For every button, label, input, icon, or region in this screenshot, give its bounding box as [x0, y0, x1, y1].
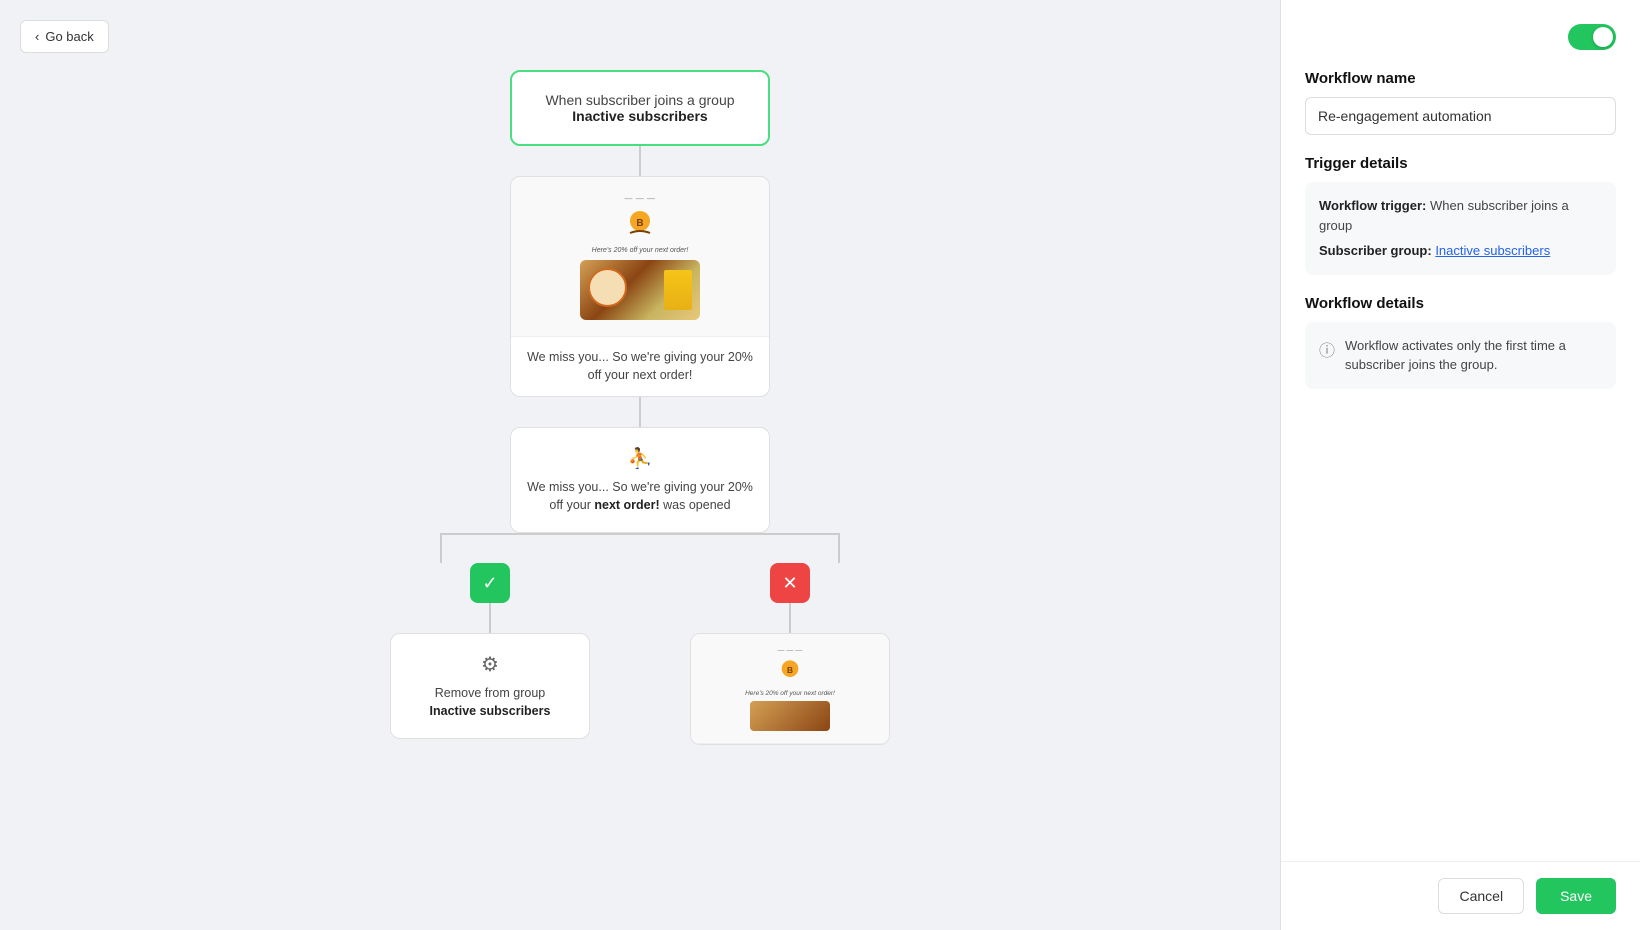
- action-node-left[interactable]: ⚙ Remove from group Inactive subscribers: [390, 633, 590, 739]
- email-body-text: We miss you... So we're giving your 20% …: [511, 337, 769, 396]
- trigger-row-2: Subscriber group: Inactive subscribers: [1319, 241, 1602, 261]
- left-branch: ✓ ⚙ Remove from group Inactive subscribe…: [390, 563, 590, 739]
- settings-icon: ⚙: [405, 652, 575, 677]
- email-preview-right: — — — B Here's 20% off your next order!: [691, 634, 889, 744]
- email-node-right[interactable]: — — — B Here's 20% off your next order!: [690, 633, 890, 745]
- food-image: [580, 260, 700, 320]
- workflow-details-section-title: Workflow details: [1305, 295, 1616, 312]
- x-icon: ✕: [782, 573, 797, 594]
- email-preview-header-text: — — —: [625, 194, 656, 203]
- burger-logo-right-icon: B: [775, 657, 805, 687]
- checkmark-icon: ✓: [482, 573, 497, 594]
- canvas-content: When subscriber joins a group Inactive s…: [0, 0, 1280, 930]
- trigger-details-box: Workflow trigger: When subscriber joins …: [1305, 182, 1616, 275]
- action-text-left: Remove from group Inactive subscribers: [405, 685, 575, 720]
- right-branch-connector: [789, 603, 791, 633]
- go-back-label: Go back: [45, 29, 93, 44]
- right-email-header-label: — — —: [778, 647, 803, 654]
- condition-node[interactable]: ⛹ We miss you... So we're giving your 20…: [510, 427, 770, 533]
- trigger-text-before: When subscriber joins a group: [545, 92, 734, 108]
- email-offer-text: Here's 20% off your next order!: [592, 247, 689, 254]
- workflow-detail-text: Workflow activates only the first time a…: [1345, 336, 1602, 375]
- email-node[interactable]: — — — B Here's 20% off your next order! …: [510, 176, 770, 397]
- branches-container: ✓ ⚙ Remove from group Inactive subscribe…: [390, 563, 890, 745]
- connector-2: [639, 397, 641, 427]
- workflow-name-input[interactable]: [1305, 97, 1616, 135]
- arrow-left-icon: ‹: [35, 29, 39, 44]
- connector-1: [639, 146, 641, 176]
- branch-lines: [390, 533, 890, 563]
- condition-text: We miss you... So we're giving your 20% …: [525, 479, 755, 514]
- right-email-offer-text: Here's 20% off your next order!: [745, 690, 835, 697]
- subscriber-group-link[interactable]: Inactive subscribers: [1435, 243, 1550, 258]
- info-icon: ⓘ: [1319, 337, 1335, 361]
- panel-footer: Cancel Save: [1281, 861, 1640, 930]
- trigger-group-name: Inactive subscribers: [572, 108, 707, 124]
- email-preview: — — — B Here's 20% off your next order!: [511, 177, 769, 337]
- trigger-node[interactable]: When subscriber joins a group Inactive s…: [510, 70, 770, 146]
- right-branch: ✕ — — — B Here's 20% off your next order…: [690, 563, 890, 745]
- yes-badge: ✓: [470, 563, 510, 603]
- right-panel: Workflow name Trigger details Workflow t…: [1280, 0, 1640, 930]
- save-button[interactable]: Save: [1536, 878, 1616, 914]
- trigger-row-1: Workflow trigger: When subscriber joins …: [1319, 196, 1602, 235]
- condition-icon: ⛹: [525, 446, 755, 471]
- go-back-button[interactable]: ‹ Go back: [20, 20, 109, 53]
- svg-text:B: B: [636, 218, 643, 229]
- workflow-name-section-title: Workflow name: [1305, 70, 1616, 87]
- left-branch-connector: [489, 603, 491, 633]
- workflow-toggle[interactable]: [1568, 24, 1616, 50]
- no-badge: ✕: [770, 563, 810, 603]
- workflow-details-box: ⓘ Workflow activates only the first time…: [1305, 322, 1616, 389]
- burger-logo-icon: B: [622, 207, 658, 243]
- cancel-button[interactable]: Cancel: [1438, 878, 1524, 914]
- toggle-row: [1305, 24, 1616, 50]
- svg-text:B: B: [787, 664, 793, 674]
- workflow-canvas: ‹ Go back When subscriber joins a group …: [0, 0, 1280, 930]
- trigger-details-section-title: Trigger details: [1305, 155, 1616, 172]
- right-food-image: [750, 701, 830, 731]
